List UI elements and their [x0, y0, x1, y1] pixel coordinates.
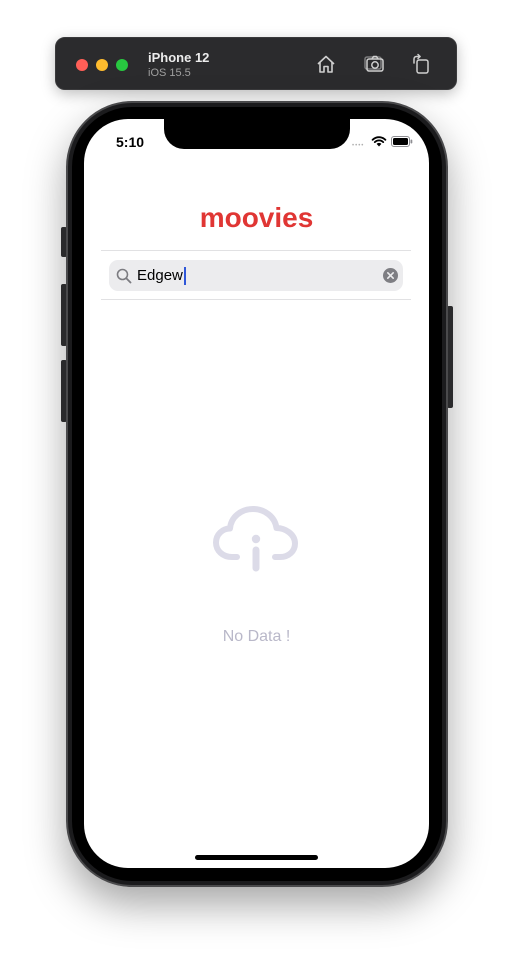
screenshot-icon[interactable] — [364, 53, 386, 75]
simulator-toolbar: iPhone 12 iOS 15.5 — [55, 37, 457, 90]
status-time: 5:10 — [116, 134, 145, 150]
clear-icon[interactable] — [383, 268, 398, 283]
header-divider — [101, 250, 411, 251]
rotate-icon[interactable] — [410, 53, 432, 75]
search-input[interactable]: Edgew — [137, 267, 186, 285]
zoom-window-button[interactable] — [116, 59, 128, 71]
phone-screen: 5:10 •••• moovies Edgew No Data ! — [84, 119, 429, 868]
app-title: moovies — [199, 202, 314, 233]
search-icon — [116, 268, 132, 284]
signal-icon: •••• — [352, 143, 365, 149]
stage: iPhone 12 iOS 15.5 5:10 •••• moovies Edg… — [0, 0, 513, 962]
battery-icon — [391, 136, 413, 147]
cloud-info-icon — [213, 506, 298, 572]
notch — [164, 119, 350, 149]
status-icons: •••• — [352, 135, 413, 149]
search-bar[interactable]: Edgew — [109, 260, 403, 291]
minimize-window-button[interactable] — [96, 59, 108, 71]
search-input-value: Edgew — [137, 267, 183, 284]
search-divider — [101, 299, 411, 300]
wifi-icon — [371, 136, 387, 147]
device-name: iPhone 12 — [148, 50, 210, 65]
empty-state-message: No Data ! — [222, 628, 291, 645]
home-icon[interactable] — [315, 53, 337, 75]
close-window-button[interactable] — [76, 59, 88, 71]
home-indicator[interactable] — [195, 855, 318, 860]
text-cursor — [183, 267, 186, 285]
device-os-version: iOS 15.5 — [148, 67, 191, 79]
